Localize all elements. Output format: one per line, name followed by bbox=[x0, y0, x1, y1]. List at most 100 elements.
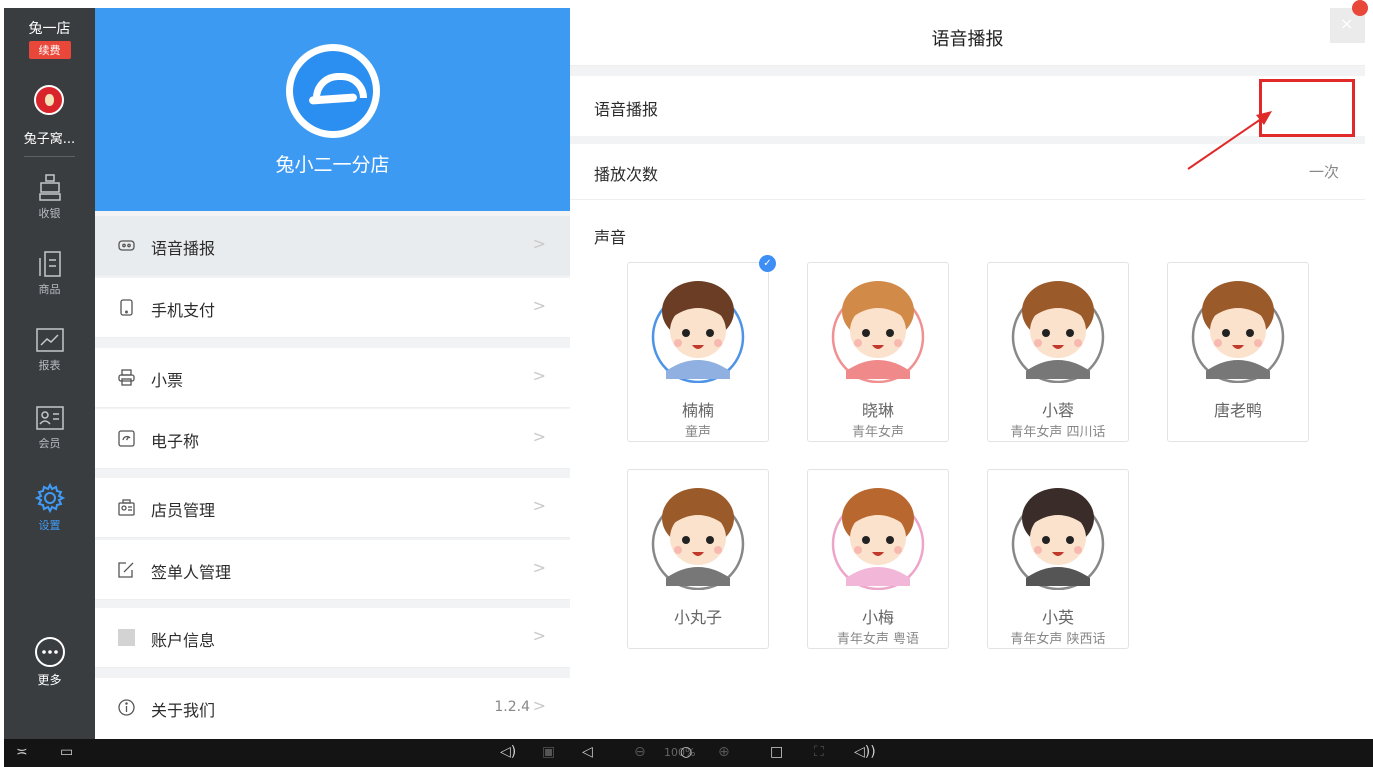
voice-name: 唐老鸭 bbox=[1213, 401, 1262, 420]
menu-item-label: 签单人管理 bbox=[151, 563, 232, 582]
voice-avatar bbox=[1011, 488, 1105, 590]
voice-card[interactable]: 唐老鸭 bbox=[1167, 262, 1309, 442]
voice-name: 小英 bbox=[1041, 608, 1074, 627]
voice-name: 小梅 bbox=[861, 608, 894, 627]
voice-avatar bbox=[831, 488, 925, 590]
store-logo bbox=[286, 44, 380, 138]
voice-card[interactable]: 小蓉青年女声 四川话 bbox=[987, 262, 1129, 442]
screenshot-icon[interactable]: ▭ bbox=[60, 744, 73, 760]
avatar[interactable] bbox=[34, 85, 64, 115]
collapse-icon[interactable]: ≍ bbox=[16, 744, 28, 760]
renew-button[interactable]: 续费 bbox=[28, 41, 71, 59]
home-icon[interactable]: ○ bbox=[680, 744, 692, 760]
voice-avatar bbox=[831, 281, 925, 383]
shop-name: 兔子窝... bbox=[23, 132, 76, 147]
scale-icon bbox=[118, 430, 135, 447]
annotation-arrow-icon bbox=[1187, 111, 1272, 170]
nav-label: 收银 bbox=[38, 207, 61, 220]
voice-avatar bbox=[1011, 281, 1105, 383]
nav-item-report[interactable]: 报表 bbox=[4, 328, 95, 373]
section-divider bbox=[570, 66, 1365, 76]
menu-item-account[interactable]: 账户信息 > bbox=[95, 608, 570, 668]
voice-card[interactable]: 晓琳 青年女声 bbox=[807, 262, 949, 442]
play-count-label: 播放次数 bbox=[594, 165, 659, 184]
menu-item-voice[interactable]: 语音播报 > bbox=[95, 216, 570, 276]
app-window: 兔一店 续费 兔子窝... 收银 商品 报表 会员 设置 更多 兔小二一分店 语… bbox=[0, 0, 1373, 767]
goods-icon bbox=[38, 251, 61, 277]
store-header: 兔小二一分店 bbox=[95, 8, 570, 211]
voice-card[interactable]: 小丸子 bbox=[627, 469, 769, 649]
speaker-icon bbox=[118, 240, 135, 251]
voice-avatar bbox=[651, 281, 745, 383]
notification-dot bbox=[1352, 0, 1368, 16]
voice-description: 青年女声 四川话 bbox=[1010, 425, 1106, 440]
play-count-value: 一次 bbox=[1308, 163, 1339, 181]
voice-description: 青年女声 粤语 bbox=[836, 632, 920, 647]
sound-section-label: 声音 bbox=[594, 228, 627, 247]
nav-item-settings[interactable]: 设置 bbox=[4, 482, 95, 533]
voice-description: 青年女声 陕西话 bbox=[1010, 632, 1106, 647]
close-icon: × bbox=[1340, 14, 1354, 33]
menu-item-label: 小票 bbox=[151, 371, 184, 390]
info-icon bbox=[118, 699, 135, 716]
version-value: 1.2.4 bbox=[494, 699, 530, 715]
page-title: 语音播报 bbox=[931, 29, 1004, 50]
selected-check-icon: ✓ bbox=[759, 255, 776, 272]
chevron-right-icon: > bbox=[532, 234, 546, 253]
voice-name: 小蓉 bbox=[1041, 401, 1074, 420]
volume-up-icon[interactable]: ◁)) bbox=[854, 744, 876, 760]
menu-item-label: 账户信息 bbox=[151, 631, 216, 650]
nav-item-more[interactable]: 更多 bbox=[4, 636, 95, 688]
menu-item-staff[interactable]: 店员管理 > bbox=[95, 478, 570, 538]
fullscreen-icon[interactable]: ⛶ bbox=[814, 744, 824, 760]
window-icon[interactable]: ▣ bbox=[542, 744, 555, 760]
system-bar: ≍ ▭ ◁) ▣ ◁ ⊖ 100% ○ ⊕ □ ⛶ ◁)) bbox=[4, 739, 1373, 767]
voice-description: 童声 bbox=[684, 425, 711, 440]
menu-item-receipt[interactable]: 小票 > bbox=[95, 348, 570, 408]
voice-card[interactable]: 楠楠童声 ✓ bbox=[627, 255, 776, 442]
nav-label: 设置 bbox=[38, 519, 61, 532]
voice-toggle-label: 语音播报 bbox=[594, 100, 659, 119]
more-icon bbox=[34, 637, 65, 667]
settings-menu: 兔小二一分店 语音播报 > 手机支付 > 小票 > 电子称 > 店员管理 > 签… bbox=[95, 8, 570, 739]
nav-item-goods[interactable]: 商品 bbox=[4, 250, 95, 297]
zoom-in-icon[interactable]: ⊕ bbox=[718, 744, 730, 760]
zoom-out-icon[interactable]: ⊖ bbox=[634, 744, 646, 760]
printer-icon bbox=[118, 369, 135, 386]
menu-item-signer[interactable]: 签单人管理 > bbox=[95, 540, 570, 600]
nav-item-member[interactable]: 会员 bbox=[4, 406, 95, 451]
menu-item-scale[interactable]: 电子称 > bbox=[95, 409, 570, 469]
member-icon bbox=[35, 406, 64, 430]
nav-item-cashier[interactable]: 收银 bbox=[4, 174, 95, 221]
staff-icon bbox=[118, 499, 135, 516]
voice-avatar bbox=[1191, 281, 1285, 383]
menu-item-label: 手机支付 bbox=[151, 301, 216, 320]
report-icon bbox=[35, 328, 64, 352]
chevron-right-icon: > bbox=[532, 626, 546, 645]
voice-avatar bbox=[651, 488, 745, 590]
store-name: 兔一店 bbox=[28, 21, 71, 37]
store-switcher[interactable]: 兔一店 续费 bbox=[4, 18, 95, 59]
voice-card[interactable]: 小英青年女声 陕西话 bbox=[987, 469, 1129, 649]
chevron-right-icon: > bbox=[532, 496, 546, 515]
volume-down-icon[interactable]: ◁) bbox=[500, 744, 516, 760]
recent-apps-icon[interactable]: □ bbox=[770, 744, 783, 760]
menu-item-label: 电子称 bbox=[151, 432, 200, 451]
menu-item-label: 店员管理 bbox=[151, 501, 216, 520]
chevron-right-icon: > bbox=[532, 696, 546, 715]
voice-name: 楠楠 bbox=[681, 401, 714, 420]
cashier-icon bbox=[38, 174, 61, 201]
chevron-right-icon: > bbox=[532, 366, 546, 385]
sign-icon bbox=[118, 562, 134, 578]
voice-card[interactable]: 小梅 青年女声 粤语 bbox=[807, 469, 949, 649]
nav-label: 商品 bbox=[38, 283, 61, 296]
menu-item-about[interactable]: 关于我们 1.2.4 > bbox=[95, 678, 570, 739]
nav-divider bbox=[24, 156, 75, 157]
menu-item-mobile-pay[interactable]: 手机支付 > bbox=[95, 278, 570, 338]
nav-label: 报表 bbox=[38, 359, 61, 372]
menu-item-label: 语音播报 bbox=[151, 239, 216, 258]
gear-icon bbox=[34, 482, 65, 514]
main-nav: 兔一店 续费 兔子窝... 收银 商品 报表 会员 设置 更多 bbox=[4, 8, 95, 739]
back-icon[interactable]: ◁ bbox=[582, 744, 593, 760]
chevron-right-icon: > bbox=[532, 558, 546, 577]
